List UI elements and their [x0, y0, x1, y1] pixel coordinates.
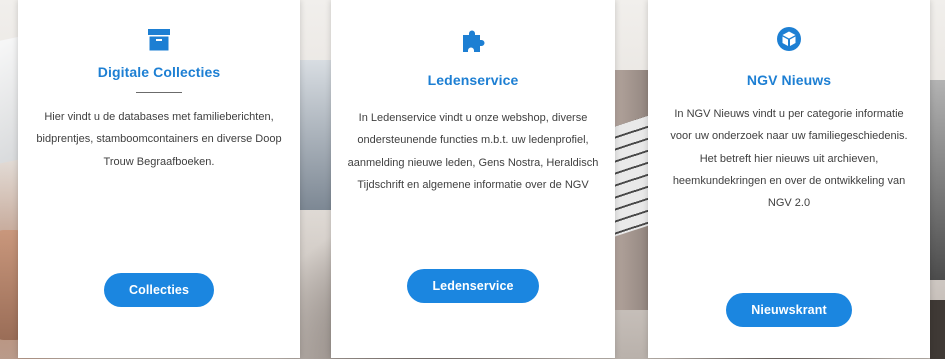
- title-underline: [136, 92, 182, 93]
- collecties-button[interactable]: Collecties: [104, 273, 214, 307]
- puzzle-piece-icon: [459, 27, 487, 55]
- card-digitale-collecties: Digitale Collecties Hier vindt u de data…: [18, 0, 300, 358]
- archive-box-icon: [145, 26, 173, 54]
- background-shadow: [930, 300, 945, 359]
- card-ngv-nieuws: NGV Nieuws In NGV Nieuws vindt u per cat…: [648, 0, 930, 358]
- cube-icon: [775, 25, 803, 53]
- card-ledenservice: Ledenservice In Ledenservice vindt u onz…: [331, 0, 615, 358]
- card-title: NGV Nieuws: [746, 72, 832, 88]
- card-title: Digitale Collecties: [97, 64, 221, 80]
- card-description: In NGV Nieuws vindt u per categorie info…: [670, 108, 908, 210]
- ledenservice-button[interactable]: Ledenservice: [407, 269, 539, 303]
- nieuwskrant-button[interactable]: Nieuwskrant: [726, 293, 852, 327]
- card-description: Hier vindt u de databases met familieber…: [36, 111, 282, 168]
- card-description: In Ledenservice vindt u onze webshop, di…: [347, 112, 599, 191]
- card-title: Ledenservice: [427, 72, 519, 88]
